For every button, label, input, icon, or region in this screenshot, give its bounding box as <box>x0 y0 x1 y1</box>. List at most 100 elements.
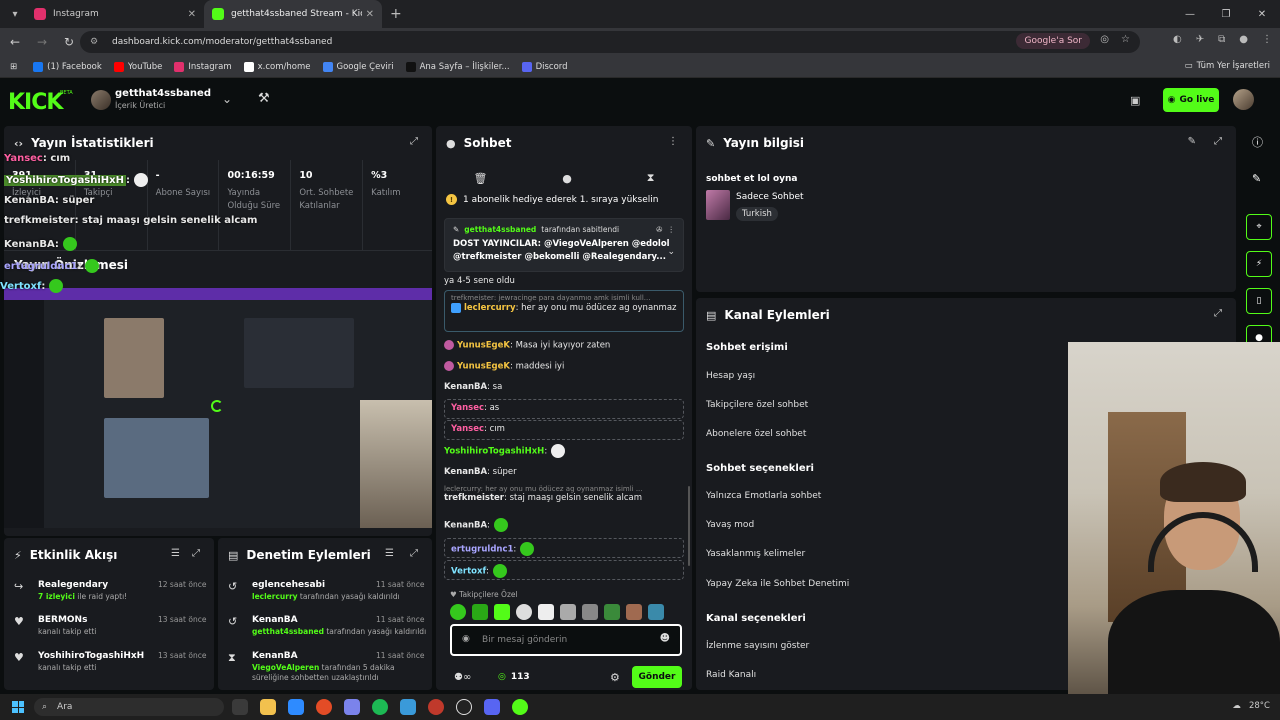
menu-icon[interactable]: ⋮ <box>1262 34 1272 45</box>
emote-icon[interactable] <box>560 604 576 620</box>
puzzle-icon[interactable]: ⧉ <box>1218 34 1225 45</box>
emote-icon[interactable] <box>626 604 642 620</box>
bookmark-youtube[interactable]: YouTube <box>113 61 162 72</box>
tab-search-icon[interactable]: ▾ <box>4 4 26 24</box>
chevron-down-icon[interactable]: ⌄ <box>667 247 675 257</box>
user-avatar[interactable] <box>1233 89 1254 110</box>
extension-icon[interactable]: ◐ <box>1173 34 1182 45</box>
chrome-icon[interactable] <box>316 699 332 715</box>
lightning-icon[interactable]: ⚡ <box>1246 251 1272 277</box>
action-slow-mode[interactable]: Yavaş mod <box>706 520 754 530</box>
all-bookmarks-button[interactable]: ▭ Tüm Yer İşaretleri <box>1185 61 1270 71</box>
stream-category[interactable]: Sadece Sohbet <box>736 192 804 202</box>
expand-icon[interactable]: ⤢ <box>410 548 418 559</box>
close-window-icon[interactable]: ✕ <box>1244 0 1280 28</box>
chat-message[interactable]: KenanBA: sa <box>444 382 684 392</box>
more-icon[interactable]: ⋮ <box>668 136 678 147</box>
emote-icon[interactable] <box>582 604 598 620</box>
apps-icon[interactable]: ⊞ <box>10 62 17 72</box>
emote-icon[interactable] <box>450 604 466 620</box>
forward-icon[interactable]: → <box>30 30 54 54</box>
info-icon[interactable]: ⓘ <box>1252 134 1263 150</box>
google-ask-button[interactable]: Google'a Sor <box>1016 33 1090 49</box>
chat-bubble-icon[interactable]: ● <box>562 172 572 185</box>
chat-message[interactable]: Yansec: as <box>444 399 684 419</box>
message-user[interactable]: YunusEgeK <box>457 362 510 372</box>
file-explorer-icon[interactable] <box>260 699 276 715</box>
action-show-viewcount[interactable]: İzlenme sayısını göster <box>706 641 809 651</box>
chat-message[interactable]: leclercurry: her ay onu mu ödücez ag oyn… <box>444 485 684 511</box>
emote-icon[interactable] <box>516 604 532 620</box>
chat-message[interactable]: ertugruldnc1: <box>444 538 684 558</box>
pencil-icon[interactable]: ✎ <box>1252 172 1261 185</box>
action-account-age[interactable]: Hesap yaşı <box>706 371 755 381</box>
message-user[interactable]: KenanBA <box>444 382 487 392</box>
chat-message[interactable]: Vertoxf: <box>444 560 684 580</box>
obs-icon[interactable] <box>456 699 472 715</box>
chat-message[interactable]: KenanBA: <box>444 518 684 532</box>
kick-logo[interactable]: KICK <box>8 90 63 115</box>
close-icon[interactable]: ✕ <box>188 9 196 20</box>
send-button[interactable]: Gönder <box>632 666 682 688</box>
expand-icon[interactable]: ⤢ <box>1214 308 1222 319</box>
bookmark-discord[interactable]: Discord <box>521 61 568 72</box>
chevron-down-icon[interactable]: ⌄ <box>222 92 232 106</box>
filter-icon[interactable]: ☰ <box>385 548 394 559</box>
action-emote-only[interactable]: Yalnızca Emotlarla sohbet <box>706 491 821 501</box>
windows-start-icon[interactable] <box>12 701 24 713</box>
reload-icon[interactable]: ↻ <box>57 30 81 54</box>
more-icon[interactable]: ⋮ <box>668 225 676 234</box>
message-user[interactable]: YoshihiroTogashiHxH <box>444 447 544 457</box>
chat-input-box[interactable]: ◉ ☻ <box>450 624 682 656</box>
url-input[interactable]: ⚙ dashboard.kick.com/moderator/getthat4s… <box>80 31 1140 53</box>
message-user[interactable]: Yansec <box>451 424 484 434</box>
kick-icon[interactable] <box>512 699 528 715</box>
message-user[interactable]: Vertoxf <box>451 567 486 577</box>
action-subscribers-only[interactable]: Abonelere özel sohbet <box>706 429 806 439</box>
message-user[interactable]: KenanBA <box>444 467 487 477</box>
message-user[interactable]: leclercurry <box>464 303 516 313</box>
back-icon[interactable]: ← <box>3 30 27 54</box>
pinned-message[interactable]: ✎ getthat4ssbaned tarafından sabitlendi ✇ ⋮ … <box>444 218 684 272</box>
restore-icon[interactable]: ❐ <box>1208 0 1244 28</box>
emote-icon[interactable] <box>604 604 620 620</box>
stream-preview[interactable] <box>4 288 432 528</box>
browser-tab-kick[interactable]: getthat4ssbaned Stream - Kick ✕ <box>204 0 382 28</box>
chat-message[interactable]: Yansec: cım <box>444 420 684 440</box>
chat-message[interactable]: YunusEgeK: maddesi iyi <box>444 361 684 372</box>
users-icon[interactable]: ⚉∞ <box>454 672 471 683</box>
clipboard-icon[interactable]: ▯ <box>1246 288 1272 314</box>
chat-scrollbar[interactable] <box>688 486 690 566</box>
app-icon[interactable] <box>288 699 304 715</box>
minimize-icon[interactable]: — <box>1172 0 1208 28</box>
gift-sub-banner[interactable]: ! 1 abonelik hediye ederek 1. sıraya yüks… <box>446 194 682 205</box>
expand-icon[interactable]: ⤢ <box>192 548 200 559</box>
task-view-icon[interactable] <box>232 699 248 715</box>
bookmark-facebook[interactable]: (1) Facebook <box>33 61 102 72</box>
bookmark-x[interactable]: x.com/home <box>243 61 311 72</box>
emote-icon[interactable] <box>538 604 554 620</box>
action-followers-only[interactable]: Takipçilere özel sohbet <box>706 400 808 410</box>
hammer-icon[interactable]: ⚒ <box>258 91 270 106</box>
message-user[interactable]: trefkmeister <box>444 493 504 503</box>
eye-off-icon[interactable]: ◎ <box>1100 34 1109 45</box>
new-tab-button[interactable]: + <box>390 6 402 22</box>
browser-tab-instagram[interactable]: Instagram ✕ <box>26 0 204 28</box>
trash-icon[interactable]: 🗑 <box>473 172 487 185</box>
pin-icon[interactable]: ✇ <box>656 225 662 234</box>
focus-icon[interactable]: ⌖ <box>1246 214 1272 240</box>
message-user[interactable]: YunusEgeK <box>457 341 510 351</box>
channel-avatar[interactable] <box>91 90 111 110</box>
extension-icon[interactable]: ✈ <box>1196 34 1204 45</box>
chat-message[interactable]: ya 4-5 sene oldu <box>444 276 684 286</box>
go-live-button[interactable]: ◉ Go live <box>1163 88 1219 112</box>
screen-icon[interactable]: ▣ <box>1130 94 1140 107</box>
emote-icon[interactable] <box>648 604 664 620</box>
chat-message[interactable]: YunusEgeK: Masa iyi kayıyor zaten <box>444 340 684 351</box>
star-icon[interactable]: ☆ <box>1121 34 1130 45</box>
chat-message[interactable]: KenanBA: süper <box>444 467 684 477</box>
action-banned-words[interactable]: Yasaklanmış kelimeler <box>706 549 805 559</box>
bookmark-instagram[interactable]: Instagram <box>174 61 232 72</box>
close-icon[interactable]: ✕ <box>366 9 374 20</box>
emote-icon[interactable] <box>472 604 488 620</box>
